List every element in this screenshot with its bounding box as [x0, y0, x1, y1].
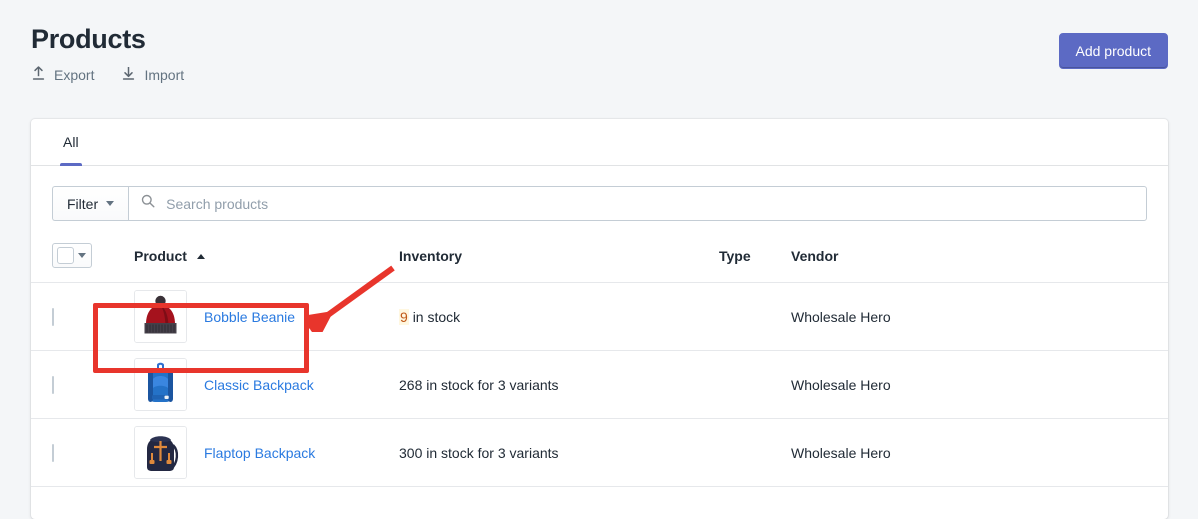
- export-button[interactable]: Export: [31, 65, 94, 85]
- row-product-cell: Flaptop Backpack: [109, 418, 399, 487]
- row-checkbox[interactable]: [52, 375, 54, 394]
- product-link[interactable]: Flaptop Backpack: [204, 445, 315, 461]
- row-type-cell: [719, 350, 791, 419]
- inventory-text: in stock for 3 variants: [426, 444, 559, 461]
- navy-backpack-thumbnail: [134, 426, 187, 479]
- table-row[interactable]: Bobble Beanie 9 in stock Wholesale Hero: [31, 282, 1168, 351]
- row-type-cell: [719, 418, 791, 487]
- inventory-count: 300: [399, 444, 423, 461]
- column-header-inventory[interactable]: Inventory: [399, 237, 719, 283]
- page-title: Products: [31, 24, 146, 54]
- inventory-count: 9: [399, 308, 409, 325]
- products-table: Product Inventory Type Vendor Bobble Bea…: [31, 237, 1168, 487]
- products-card: All Filter Search products Product Inven…: [31, 119, 1168, 519]
- row-select-cell: [31, 282, 109, 351]
- row-type-cell: [719, 282, 791, 351]
- column-header-vendor[interactable]: Vendor: [791, 237, 1168, 283]
- row-vendor-cell: Wholesale Hero: [791, 282, 1168, 351]
- page-header: Products Export Import Add product: [31, 22, 1168, 85]
- import-button[interactable]: Import: [121, 65, 184, 85]
- search-icon: [141, 194, 155, 213]
- search-input[interactable]: [164, 194, 1134, 213]
- download-icon: [121, 65, 136, 85]
- column-header-product-label: Product: [134, 247, 187, 264]
- add-product-button[interactable]: Add product: [1058, 33, 1168, 69]
- export-label: Export: [54, 67, 95, 83]
- table-header: Product Inventory Type Vendor: [31, 237, 1168, 283]
- row-inventory-cell: 300 in stock for 3 variants: [399, 418, 719, 487]
- import-label: Import: [144, 67, 185, 83]
- filter-toolbar: Filter: [31, 166, 1168, 221]
- column-header-type[interactable]: Type: [719, 237, 791, 283]
- row-inventory-cell: 9 in stock: [399, 282, 719, 351]
- row-checkbox[interactable]: [52, 443, 54, 462]
- tab-all[interactable]: All: [49, 133, 93, 166]
- sort-ascending-icon: [196, 253, 205, 259]
- blue-backpack-thumbnail: [134, 358, 187, 411]
- inventory-count: 268: [399, 376, 423, 393]
- inventory-text: in stock: [412, 308, 461, 325]
- filter-label: Filter: [67, 195, 99, 212]
- product-link[interactable]: Classic Backpack: [204, 377, 314, 393]
- row-vendor-cell: Wholesale Hero: [791, 418, 1168, 487]
- row-product-cell: Bobble Beanie: [109, 282, 399, 351]
- header-action-list: Export Import: [31, 65, 1168, 85]
- product-link[interactable]: Bobble Beanie: [204, 309, 295, 325]
- upload-icon: [31, 65, 46, 85]
- chevron-down-icon[interactable]: [78, 253, 86, 258]
- column-header-select: [31, 237, 109, 283]
- select-all-checkbox[interactable]: [57, 247, 74, 264]
- row-select-cell: [31, 350, 109, 419]
- row-checkbox[interactable]: [52, 307, 54, 326]
- bulk-select-control[interactable]: [52, 243, 92, 268]
- beanie-thumbnail: [134, 290, 187, 343]
- filter-button[interactable]: Filter: [52, 186, 129, 221]
- row-inventory-cell: 268 in stock for 3 variants: [399, 350, 719, 419]
- tab-bar: All: [31, 119, 1168, 166]
- row-vendor-cell: Wholesale Hero: [791, 350, 1168, 419]
- chevron-down-icon: [106, 201, 115, 206]
- table-row[interactable]: Classic Backpack 268 in stock for 3 vari…: [31, 350, 1168, 419]
- table-body: Bobble Beanie 9 in stock Wholesale Hero: [31, 282, 1168, 487]
- table-row[interactable]: Flaptop Backpack 300 in stock for 3 vari…: [31, 418, 1168, 487]
- inventory-text: in stock for 3 variants: [426, 376, 559, 393]
- row-product-cell: Classic Backpack: [109, 350, 399, 419]
- tab-all-label: All: [63, 134, 79, 150]
- column-header-product[interactable]: Product: [109, 237, 399, 283]
- search-field-wrapper[interactable]: [128, 186, 1147, 221]
- row-select-cell: [31, 418, 109, 487]
